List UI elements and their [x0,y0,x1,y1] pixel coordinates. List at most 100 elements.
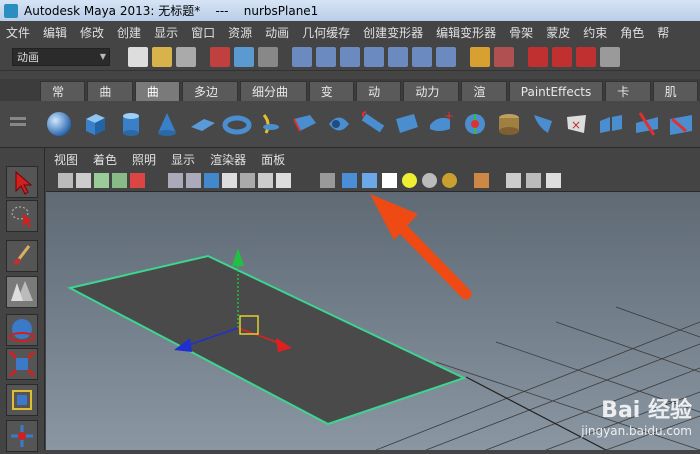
gate-mask-icon[interactable] [222,173,237,188]
panel-menu-view[interactable]: 视图 [54,151,78,168]
shelf-tab-animation[interactable]: 动画 [356,81,402,119]
menu-character[interactable]: 角色 [620,24,644,41]
insert-isoparms-icon[interactable] [666,109,696,139]
magnet-icon-3[interactable] [576,46,596,67]
revolve-icon[interactable] [256,109,286,139]
new-scene-icon[interactable] [128,46,148,67]
field-chart-icon[interactable] [240,173,255,188]
shelf-tab-toon[interactable]: 卡通 [605,81,651,119]
help-question-icon[interactable] [436,46,456,67]
make-live-icon[interactable] [388,46,408,67]
wireframe-on-shaded-icon[interactable] [362,173,377,188]
menu-display[interactable]: 显示 [154,24,178,41]
shadows-icon[interactable] [442,173,457,188]
wireframe-shading-icon[interactable] [320,173,335,188]
shelf-tab-paint-effects[interactable]: PaintEffects [508,81,604,101]
panel-menu-panels[interactable]: 面板 [261,151,285,168]
shelf-tab-surfaces[interactable]: 曲面 [134,81,181,119]
magnet-icon-2[interactable] [552,46,572,67]
attach-surfaces-icon[interactable] [596,109,626,139]
menu-skeleton[interactable]: 骨架 [509,24,533,41]
panel-menu-renderer[interactable]: 渲染器 [210,151,246,168]
menu-help[interactable]: 帮 [657,24,669,41]
menu-constrain[interactable]: 约束 [583,24,607,41]
isolate-select-icon[interactable] [474,173,489,188]
loft-icon[interactable] [290,109,320,139]
camera-tool-icon[interactable] [130,173,145,188]
panel-menu-shading[interactable]: 着色 [93,151,117,168]
nurbs-cone-icon[interactable] [152,109,182,139]
menu-modify[interactable]: 修改 [80,24,104,41]
menu-edit[interactable]: 编辑 [43,24,67,41]
trim-tool-icon[interactable] [528,109,558,139]
menu-geometry-cache[interactable]: 几何缓存 [302,24,350,41]
safe-title-icon[interactable] [276,173,291,188]
menu-create-deformers[interactable]: 创建变形器 [363,24,423,41]
move-tool-button[interactable] [6,276,38,308]
rotate-tool-button[interactable] [6,314,38,346]
save-scene-icon[interactable] [176,46,196,67]
planar-icon[interactable] [324,109,354,139]
image-plane-icon[interactable] [112,173,127,188]
menu-skin[interactable]: 蒙皮 [546,24,570,41]
open-scene-icon[interactable] [152,46,172,67]
shelf-tab-dynamics[interactable]: 动力学 [403,81,460,119]
select-component-icon[interactable] [258,46,278,67]
bookmark-icon[interactable] [94,173,109,188]
grid-toggle-icon[interactable] [168,173,183,188]
shelf-tab-subdivs[interactable]: 细分曲面 [240,81,307,119]
paint-select-tool-button[interactable] [6,240,38,272]
last-used-tool-button[interactable] [6,420,38,452]
scale-tool-button[interactable] [6,348,38,380]
select-hierarchy-icon[interactable] [210,46,230,67]
extrude-icon[interactable] [358,109,388,139]
smooth-shading-icon[interactable] [342,173,357,188]
shelf-tab-muscle[interactable]: 肌肉 [652,81,698,119]
shelf-tab-deformation[interactable]: 变形 [308,81,355,119]
lasso-tool-button[interactable] [6,200,38,232]
shelf-tab-general[interactable]: 常规 [40,81,86,119]
menu-edit-deformers[interactable]: 编辑变形器 [436,24,496,41]
snap-grid-icon[interactable] [292,46,312,67]
share-icon[interactable] [546,173,561,188]
menu-window[interactable]: 窗口 [191,24,215,41]
resolution-gate-icon[interactable] [204,173,219,188]
shelf-tab-rendering[interactable]: 渲染 [461,81,507,119]
film-gate-icon[interactable] [186,173,201,188]
magnet-icon[interactable] [528,46,548,67]
nurbs-plane-icon[interactable] [188,109,218,139]
snap-curve-icon[interactable] [316,46,336,67]
manipulator-tool-button[interactable] [6,384,38,416]
snap-view-plane-icon[interactable] [364,46,384,67]
menu-file[interactable]: 文件 [6,24,30,41]
nurbs-plane-object[interactable] [67,254,467,426]
nurbs-torus-icon[interactable] [222,109,252,139]
camera-select-icon[interactable] [58,173,73,188]
panel-menu-show[interactable]: 显示 [171,151,195,168]
boundary-icon[interactable]: + [426,109,456,139]
untrim-icon[interactable]: × [562,109,592,139]
perspective-viewport[interactable]: Bai 经验 jingyan.baidu.com [46,192,700,450]
camera-attributes-icon[interactable] [76,173,91,188]
render-view-icon[interactable] [600,46,620,67]
snap-surface-icon[interactable] [412,46,432,67]
project-curve-icon[interactable] [494,109,524,139]
panel-menu-lighting[interactable]: 照明 [132,151,156,168]
select-tool-button[interactable] [6,166,38,198]
select-object-icon[interactable] [234,46,254,67]
menu-create[interactable]: 创建 [117,24,141,41]
input-lines-icon[interactable] [494,46,514,67]
xray-joints-icon[interactable] [526,173,541,188]
birail-icon[interactable] [392,109,422,139]
nurbs-sphere-icon[interactable] [44,109,74,139]
menu-assets[interactable]: 资源 [228,24,252,41]
nurbs-cylinder-icon[interactable] [116,109,146,139]
xray-icon[interactable] [506,173,521,188]
default-lighting-icon[interactable] [402,173,417,188]
all-lights-icon[interactable] [422,173,437,188]
detach-surfaces-icon[interactable] [632,109,662,139]
textured-icon[interactable] [382,173,397,188]
shelf-tab-polygons[interactable]: 多边形 [182,81,239,119]
safe-action-icon[interactable] [258,173,273,188]
nurbs-cube-icon[interactable] [80,109,110,139]
